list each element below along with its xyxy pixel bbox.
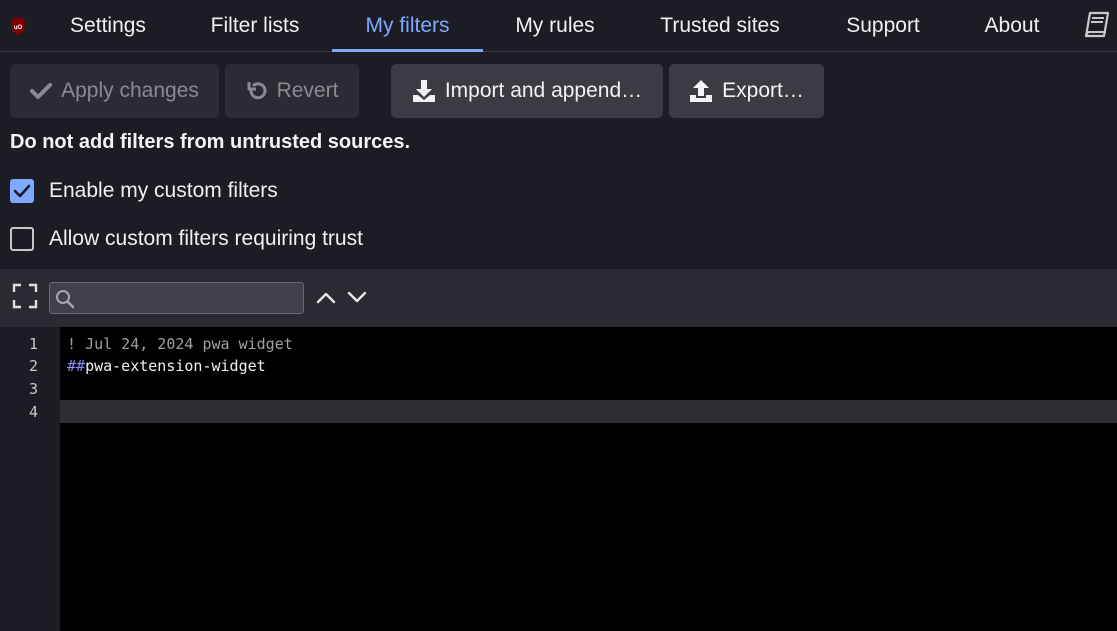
line-number: 2 (28, 357, 38, 375)
tab-about[interactable]: About (963, 0, 1061, 52)
tab-settings[interactable]: Settings (48, 0, 168, 52)
enable-custom-filters-label: Enable my custom filters (49, 179, 278, 202)
line-number: 1 (28, 335, 38, 353)
filter-code-editor[interactable]: 1 2 3 4 ! Jul 24, 2024 pwa widget ##pwa-… (0, 327, 1117, 631)
line-number-gutter: 1 2 3 4 (0, 327, 60, 631)
code-line[interactable]: ##pwa-extension-widget (67, 357, 266, 375)
check-icon (13, 184, 31, 198)
untrusted-sources-warning: Do not add filters from untrusted source… (10, 131, 411, 153)
search-box (49, 282, 304, 314)
export-button[interactable]: Export… (669, 64, 824, 118)
svg-text:uO: uO (14, 25, 23, 31)
export-label: Export… (722, 79, 804, 102)
checkmark-icon (30, 83, 53, 99)
enable-custom-filters-checkbox[interactable] (10, 179, 34, 203)
upload-icon (690, 80, 713, 102)
apply-changes-label: Apply changes (61, 79, 199, 102)
revert-button[interactable]: Revert (225, 64, 359, 118)
allow-trust-filters-label: Allow custom filters requiring trust (49, 227, 363, 250)
chevron-down-icon[interactable] (346, 288, 368, 306)
tab-filter-lists[interactable]: Filter lists (188, 0, 322, 52)
chevron-up-icon[interactable] (315, 288, 337, 306)
allow-trust-filters-option[interactable]: Allow custom filters requiring trust (10, 226, 363, 252)
enable-custom-filters-option[interactable]: Enable my custom filters (10, 178, 278, 204)
import-append-button[interactable]: Import and append… (391, 64, 663, 118)
tab-my-rules[interactable]: My rules (493, 0, 617, 52)
line-number: 3 (28, 380, 38, 398)
tab-my-filters[interactable]: My filters (332, 0, 483, 52)
download-icon (412, 80, 435, 102)
cosmetic-filter-marker: ## (67, 357, 86, 375)
tab-support[interactable]: Support (823, 0, 943, 52)
tab-trusted-sites[interactable]: Trusted sites (637, 0, 803, 52)
fullscreen-icon[interactable] (12, 283, 38, 309)
apply-changes-button[interactable]: Apply changes (10, 64, 219, 118)
import-label: Import and append… (444, 79, 643, 102)
active-line-highlight (60, 400, 1117, 423)
ublock-logo-icon: uO (11, 17, 25, 35)
top-navigation: uO Settings Filter lists My filters My r… (0, 0, 1117, 52)
allow-trust-filters-checkbox[interactable] (10, 227, 34, 251)
undo-icon (247, 82, 267, 100)
filter-selector-text: pwa-extension-widget (85, 357, 266, 375)
code-line[interactable]: ! Jul 24, 2024 pwa widget (67, 335, 293, 353)
editor-toolbar (0, 269, 1117, 327)
search-input[interactable] (80, 283, 300, 313)
revert-label: Revert (276, 79, 339, 102)
line-number: 4 (28, 403, 38, 421)
book-icon[interactable] (1082, 10, 1112, 40)
search-icon (56, 290, 75, 309)
